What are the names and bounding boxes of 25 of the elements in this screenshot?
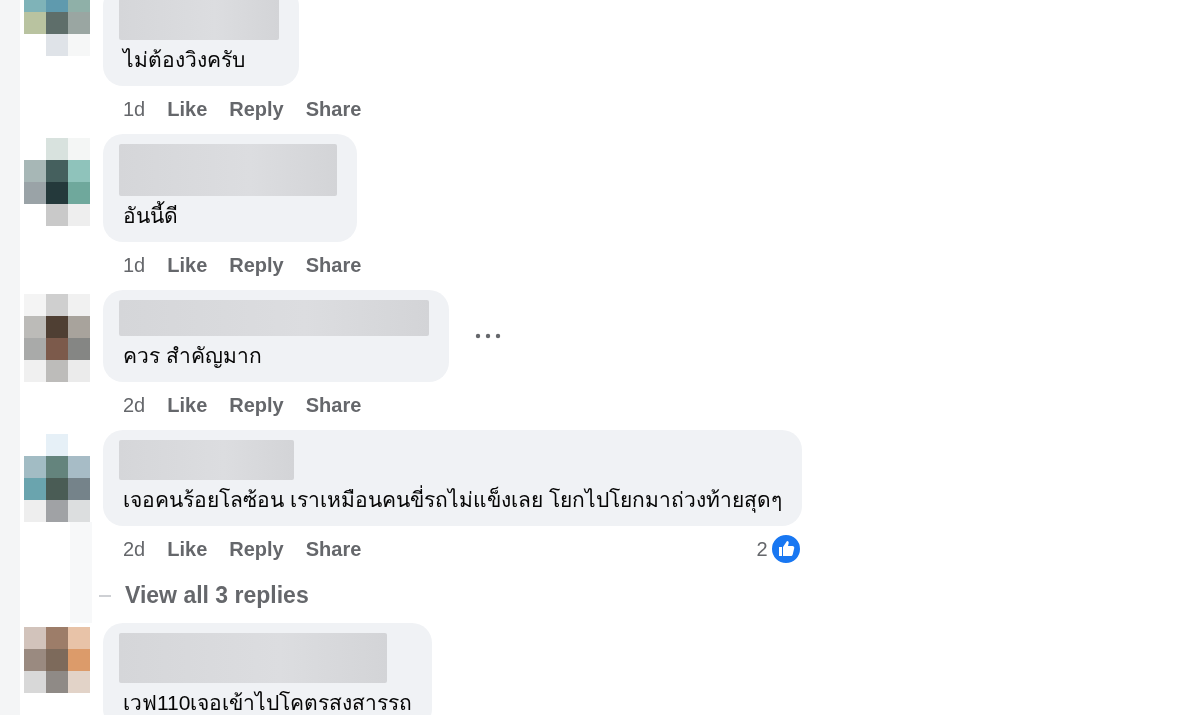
comment-text: เจอคนร้อยโลซ้อน เราเหมือนคนขี่รถไม่แข็งเลย โยกไปโยกมาถ่วงท้ายสุดๆ bbox=[123, 486, 782, 514]
action-link[interactable]: Reply bbox=[229, 393, 284, 417]
comment-time[interactable]: 2d bbox=[123, 537, 146, 561]
action-link[interactable]: Like bbox=[167, 537, 208, 561]
comment-text: ควร สำคัญมาก bbox=[123, 343, 263, 370]
like-icon[interactable] bbox=[769, 533, 802, 565]
comment-text: เวฟ110เจอเข้าไปโคตรสงสารรถ bbox=[123, 690, 413, 715]
action-link[interactable]: Reply bbox=[229, 97, 284, 121]
action-link[interactable]: Reply bbox=[229, 253, 284, 277]
comment-time[interactable]: 1d bbox=[123, 253, 146, 277]
action-link[interactable]: Share bbox=[305, 97, 362, 121]
view-replies-link[interactable]: View all 3 replies bbox=[125, 582, 309, 609]
action-link[interactable]: Share bbox=[305, 253, 362, 277]
action-link[interactable]: Share bbox=[305, 537, 362, 561]
comment-text: ไม่ต้องวิงครับ bbox=[123, 47, 246, 73]
comment-time[interactable]: 1d bbox=[123, 97, 146, 121]
reaction-count[interactable]: 2 bbox=[756, 537, 768, 561]
comment-text: อันนี้ดี bbox=[123, 202, 337, 230]
action-link[interactable]: Like bbox=[167, 253, 208, 277]
action-link[interactable]: Share bbox=[305, 393, 362, 417]
more-icon[interactable] bbox=[473, 331, 503, 341]
action-link[interactable]: Like bbox=[167, 97, 208, 121]
action-link[interactable]: Reply bbox=[229, 537, 284, 561]
comment-time[interactable]: 2d bbox=[123, 393, 146, 417]
action-link[interactable]: Like bbox=[167, 393, 208, 417]
